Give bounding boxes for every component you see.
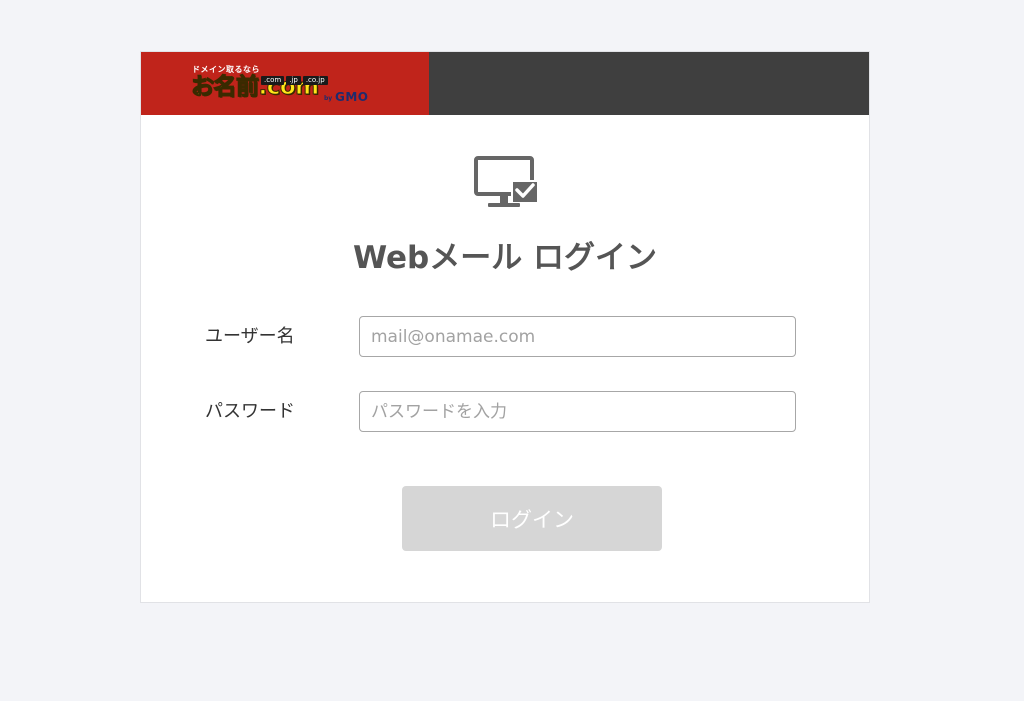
login-card: ドメイン取るなら お名前.com .com .jp .co.jp by GMO … [140, 51, 870, 603]
login-button[interactable]: ログイン [402, 486, 662, 551]
logo-gmo: GMO [335, 90, 369, 104]
page-title: Webメール ログイン [352, 240, 658, 276]
logo-tld-jp: .jp [286, 76, 301, 85]
username-label: ユーザー名 [205, 326, 295, 347]
logo-tld-com: .com [261, 76, 285, 85]
onamae-logo[interactable]: ドメイン取るなら お名前.com .com .jp .co.jp by GMO [141, 52, 429, 115]
monitor-check-icon [473, 155, 539, 211]
logo-by: by [324, 95, 333, 102]
logo-tld-badges: .com .jp .co.jp [261, 76, 328, 85]
password-label: パスワード [205, 401, 295, 422]
username-input[interactable] [359, 316, 796, 357]
password-input[interactable] [359, 391, 796, 432]
header-bar: ドメイン取るなら お名前.com .com .jp .co.jp by GMO [141, 52, 869, 115]
logo-tld-cojp: .co.jp [302, 76, 328, 85]
